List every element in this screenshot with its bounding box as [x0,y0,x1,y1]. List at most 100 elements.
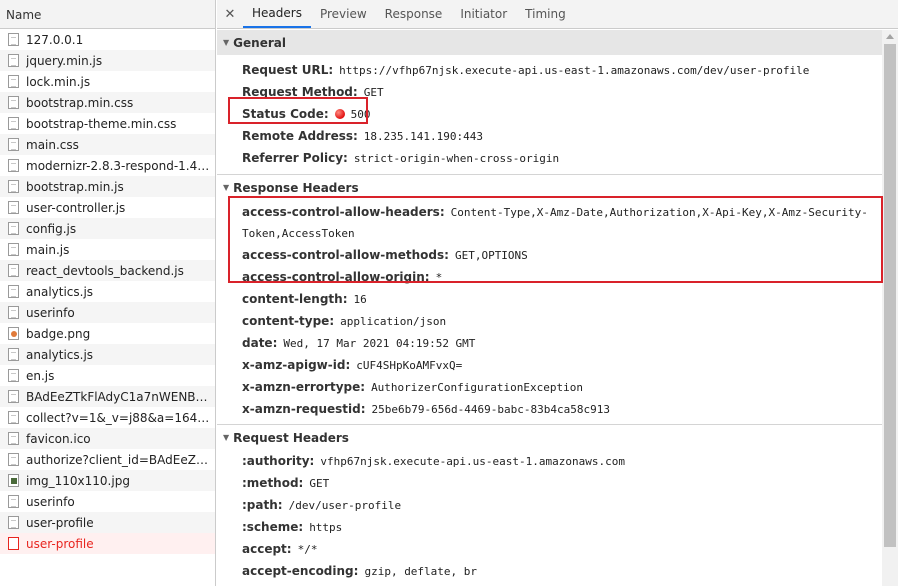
request-list-item[interactable]: userinfo [0,302,215,323]
document-icon [8,96,19,109]
request-list-item[interactable]: user-profile [0,533,215,554]
request-header-key: accept: [242,541,292,556]
response-header-value: application/json [340,314,447,328]
request-header-value: gzip, deflate, br [364,564,478,578]
tab-headers[interactable]: Headers [243,0,311,28]
request-list-item[interactable]: user-profile [0,512,215,533]
request-list-item[interactable]: analytics.js [0,344,215,365]
document-icon [8,159,19,172]
response-header-key: access-control-allow-methods: [242,247,449,262]
request-list-item[interactable]: user-controller.js [0,197,215,218]
name-column-header[interactable]: Name [0,0,215,29]
general-section-header[interactable]: ▼ General [217,30,882,55]
status-code-value: 500 [350,107,371,121]
referrer-policy-label: Referrer Policy: [242,150,348,165]
request-list-item[interactable]: lock.min.js [0,71,215,92]
request-list-item-name: user-profile [26,536,94,551]
status-code-label: Status Code: [242,106,329,121]
response-header-row: access-control-allow-methods: GET,OPTION… [217,244,882,266]
scroll-up-arrow-icon[interactable] [886,34,894,39]
tab-preview[interactable]: Preview [311,0,376,28]
response-header-key: date: [242,335,278,350]
request-list-item[interactable]: collect?v=1&_v=j88&a=1646027 [0,407,215,428]
request-list-item-name: en.js [26,368,55,383]
request-list-item[interactable]: modernizr-2.8.3-respond-1.4.2.min.js [0,155,215,176]
document-icon [8,180,19,193]
request-list-item-name: config.js [26,221,77,236]
request-list-item[interactable]: main.css [0,134,215,155]
document-icon [8,369,19,382]
request-list-item-name: bootstrap.min.js [26,179,124,194]
request-list-item-name: img_110x110.jpg [26,473,130,488]
request-list-item-name: favicon.ico [26,431,91,446]
document-icon [8,390,19,403]
request-list-item[interactable]: bootstrap.min.js [0,176,215,197]
response-headers-section-header[interactable]: ▼ Response Headers [217,175,882,200]
request-list-item[interactable]: favicon.ico [0,428,215,449]
request-list-item-name: user-controller.js [26,200,126,215]
request-list-item[interactable]: bootstrap-theme.min.css [0,113,215,134]
headers-content: ▼ General Request URL: https://vfhp67njs… [217,30,882,586]
image-icon [8,474,19,487]
request-list-item-name: bootstrap-theme.min.css [26,116,177,131]
request-list-item[interactable]: authorize?client_id=BAdEeZTkFlAd [0,449,215,470]
request-list-item[interactable]: react_devtools_backend.js [0,260,215,281]
document-icon [8,138,19,151]
request-list-item-name: user-profile [26,515,94,530]
document-icon [8,348,19,361]
expanded-triangle-icon: ▼ [223,433,230,442]
expanded-triangle-icon: ▼ [223,38,230,47]
remote-address-value: 18.235.141.190:443 [363,129,484,143]
request-header-value: /dev/user-profile [288,498,402,512]
request-header-row: :path: /dev/user-profile [217,494,882,516]
response-header-value: Wed, 17 Mar 2021 04:19:52 GMT [283,336,476,350]
response-header-key: access-control-allow-headers: [242,205,445,219]
request-list-item-name: 127.0.0.1 [26,32,84,47]
request-list-item[interactable]: config.js [0,218,215,239]
request-header-key: :method: [242,475,304,490]
request-list-item[interactable]: 127.0.0.1 [0,29,215,50]
request-list-item[interactable]: main.js [0,239,215,260]
request-headers-section-header[interactable]: ▼ Request Headers [217,425,882,450]
request-url-label: Request URL: [242,62,334,77]
request-header-key: :authority: [242,453,315,468]
tab-initiator[interactable]: Initiator [451,0,516,28]
document-icon [8,285,19,298]
document-icon [8,306,19,319]
request-list-item[interactable]: analytics.js [0,281,215,302]
request-header-value: */* [297,542,318,556]
vertical-scrollbar[interactable] [882,30,898,586]
response-header-value: AuthorizerConfigurationException [371,380,583,394]
request-header-key: accept-encoding: [242,563,359,578]
request-list-item[interactable]: bootstrap.min.css [0,92,215,113]
response-header-value: * [435,270,443,284]
response-header-key: content-type: [242,313,335,328]
document-icon [8,222,19,235]
response-header-row: access-control-allow-origin: * [217,266,882,288]
tab-timing[interactable]: Timing [516,0,575,28]
scrollbar-thumb[interactable] [884,44,896,547]
tab-response[interactable]: Response [376,0,452,28]
request-list: 127.0.0.1 jquery.min.js lock.min.js bootstr… [0,29,215,554]
request-headers-title: Request Headers [233,430,349,445]
request-header-row: accept: */* [217,538,882,560]
response-header-value: GET,OPTIONS [454,248,528,262]
request-list-item[interactable]: img_110x110.jpg [0,470,215,491]
close-icon[interactable]: ✕ [217,0,243,28]
document-icon [8,495,19,508]
response-headers-title: Response Headers [233,180,359,195]
expanded-triangle-icon: ▼ [223,183,230,192]
response-header-row: x-amzn-requestid: 25be6b79-656d-4469-bab… [217,398,882,420]
response-header-row: date: Wed, 17 Mar 2021 04:19:52 GMT [217,332,882,354]
request-list-item[interactable]: badge.png [0,323,215,344]
request-list-item[interactable]: BAdEeZTkFlAdyC1a7nWENB3sRyZ1 [0,386,215,407]
request-list-item[interactable]: userinfo [0,491,215,512]
remote-address-label: Remote Address: [242,128,358,143]
request-list-item-name: modernizr-2.8.3-respond-1.4.2.min.js [26,158,210,173]
request-header-key: :scheme: [242,519,304,534]
request-header-key: :path: [242,497,283,512]
request-list-item-name: main.js [26,242,70,257]
request-list-item[interactable]: jquery.min.js [0,50,215,71]
document-icon [8,243,19,256]
request-list-item[interactable]: en.js [0,365,215,386]
